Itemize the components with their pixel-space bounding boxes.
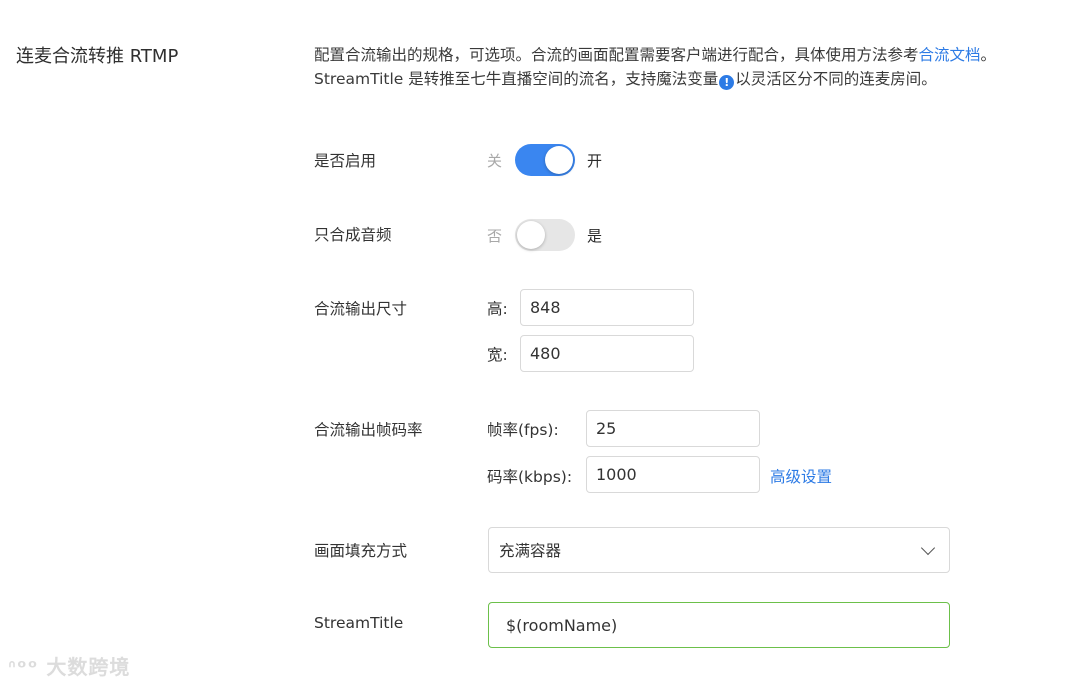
watermark-text: 大数跨境 <box>46 655 131 679</box>
fill-mode-value: 充满容器 <box>499 542 562 560</box>
height-input[interactable]: 848 <box>520 289 694 326</box>
enable-toggle[interactable] <box>515 144 575 176</box>
section-description: 配置合流输出的规格，可选项。合流的画面配置需要客户端进行配合，具体使用方法参考合… <box>314 43 1014 91</box>
description-line2-end: 以灵活区分不同的连麦房间。 <box>735 70 937 88</box>
watermark: ᐢᵒᵒ 大数跨境 <box>8 651 130 680</box>
fill-mode-select[interactable]: 充满容器 <box>488 527 950 573</box>
toggle-knob <box>517 221 545 249</box>
width-input[interactable]: 480 <box>520 335 694 372</box>
width-label: 宽: <box>487 346 508 364</box>
description-line2: StreamTitle 是转推至七牛直播空间的流名，支持魔法变量 <box>314 70 719 88</box>
fps-input[interactable]: 25 <box>586 410 760 447</box>
audio-only-label: 只合成音频 <box>314 226 392 244</box>
section-title: 连麦合流转推 RTMP <box>16 46 179 67</box>
description-line1-end: 。 <box>980 46 997 64</box>
audio-only-off-text: 否 <box>487 227 503 245</box>
enable-label: 是否启用 <box>314 152 377 170</box>
info-icon[interactable]: ! <box>719 75 735 90</box>
chevron-down-icon <box>920 540 936 555</box>
enable-off-text: 关 <box>487 152 503 170</box>
description-line1: 配置合流输出的规格，可选项。合流的画面配置需要客户端进行配合，具体使用方法参考 <box>314 46 919 64</box>
fill-mode-label: 画面填充方式 <box>314 542 408 560</box>
output-size-label: 合流输出尺寸 <box>314 300 408 318</box>
advanced-settings-link[interactable]: 高级设置 <box>770 465 832 487</box>
stream-title-input[interactable]: $(roomName) <box>488 602 950 648</box>
audio-only-on-text: 是 <box>587 227 603 245</box>
output-rate-label: 合流输出帧码率 <box>314 421 423 439</box>
kbps-input[interactable]: 1000 <box>586 456 760 493</box>
stream-title-label: StreamTitle <box>314 614 404 632</box>
height-label: 高: <box>487 300 508 318</box>
fps-label: 帧率(fps): <box>487 421 559 439</box>
audio-only-toggle[interactable] <box>515 219 575 251</box>
kbps-label: 码率(kbps): <box>487 468 573 486</box>
toggle-knob <box>545 146 573 174</box>
merge-docs-link[interactable]: 合流文档 <box>919 46 981 64</box>
enable-on-text: 开 <box>587 152 603 170</box>
watermark-logo-icon: ᐢᵒᵒ <box>8 655 39 679</box>
